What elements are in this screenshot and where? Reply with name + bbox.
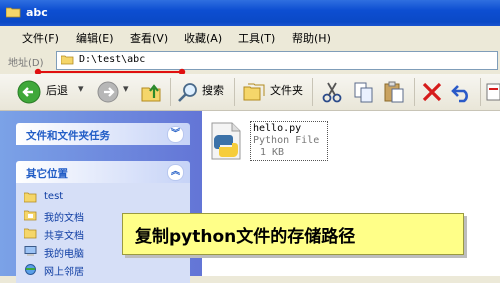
toolbar-separator <box>312 78 313 106</box>
network-icon <box>25 264 36 275</box>
place-label: 我的电脑 <box>44 249 84 260</box>
collapse-chevron-icon[interactable]: ︾ <box>167 126 184 143</box>
folder-icon <box>24 192 37 203</box>
window-title: abc <box>26 6 48 19</box>
other-places-title: 其它位置 <box>26 168 68 180</box>
instruction-callout: 复制python文件的存储路径 <box>122 213 464 255</box>
toolbar-separator <box>234 78 235 106</box>
folder-icon <box>6 7 21 18</box>
documents-folder-icon <box>24 210 37 221</box>
file-size: 1 KB <box>260 147 285 158</box>
folder-icon <box>61 55 74 65</box>
address-label: 地址(D) <box>8 58 44 69</box>
menu-edit[interactable]: 编辑(E) <box>76 30 114 46</box>
shared-folder-icon <box>24 228 37 239</box>
menu-tools[interactable]: 工具(T) <box>238 30 275 46</box>
back-button-label[interactable]: 后退 <box>46 82 68 98</box>
file-name[interactable]: hello.py <box>253 123 301 134</box>
search-button-label[interactable]: 搜索 <box>202 82 224 98</box>
other-places-header[interactable]: 其它位置 ︽ <box>16 161 190 183</box>
back-dropdown-icon[interactable]: ▾ <box>78 82 84 95</box>
place-label: 我的文档 <box>44 213 84 224</box>
place-label: test <box>44 191 64 202</box>
search-icon[interactable] <box>176 79 200 105</box>
title-bar: abc <box>0 0 500 26</box>
copy-icon[interactable] <box>352 79 376 105</box>
collapse-chevron-icon[interactable]: ︽ <box>167 164 184 181</box>
folders-icon[interactable] <box>242 79 266 105</box>
toolbar-separator <box>480 78 481 106</box>
back-arrow-icon[interactable] <box>16 79 42 105</box>
toolbar: 后退 ▾ ▾ 搜索 文件夹 <box>0 74 500 111</box>
toolbar-separator <box>414 78 415 106</box>
file-folder-tasks-title: 文件和文件夹任务 <box>26 130 110 142</box>
folders-button-label[interactable]: 文件夹 <box>270 82 303 98</box>
python-file-icon[interactable] <box>208 121 244 161</box>
menu-help[interactable]: 帮助(H) <box>292 30 331 46</box>
forward-dropdown-icon[interactable]: ▾ <box>123 82 129 95</box>
computer-icon <box>24 246 37 256</box>
address-value: D:\test\abc <box>79 54 146 65</box>
paste-icon[interactable] <box>382 79 406 105</box>
file-folder-tasks-panel: 文件和文件夹任务 ︾ <box>16 123 190 145</box>
file-type: Python File <box>253 135 320 146</box>
forward-arrow-icon[interactable] <box>96 79 120 105</box>
toolbar-separator <box>170 78 171 106</box>
views-icon[interactable] <box>486 79 500 105</box>
menu-favorites[interactable]: 收藏(A) <box>184 30 222 46</box>
menu-bar: 文件(F) 编辑(E) 查看(V) 收藏(A) 工具(T) 帮助(H) <box>0 26 500 49</box>
callout-text: 复制python文件的存储路径 <box>135 227 356 247</box>
place-label: 共享文档 <box>44 231 84 242</box>
file-folder-tasks-header[interactable]: 文件和文件夹任务 ︾ <box>16 123 190 145</box>
menu-view[interactable]: 查看(V) <box>130 30 168 46</box>
undo-icon[interactable] <box>450 79 474 105</box>
menu-file[interactable]: 文件(F) <box>22 30 59 46</box>
up-folder-icon[interactable] <box>140 79 164 105</box>
delete-icon[interactable] <box>420 79 444 105</box>
cut-icon[interactable] <box>320 79 344 105</box>
